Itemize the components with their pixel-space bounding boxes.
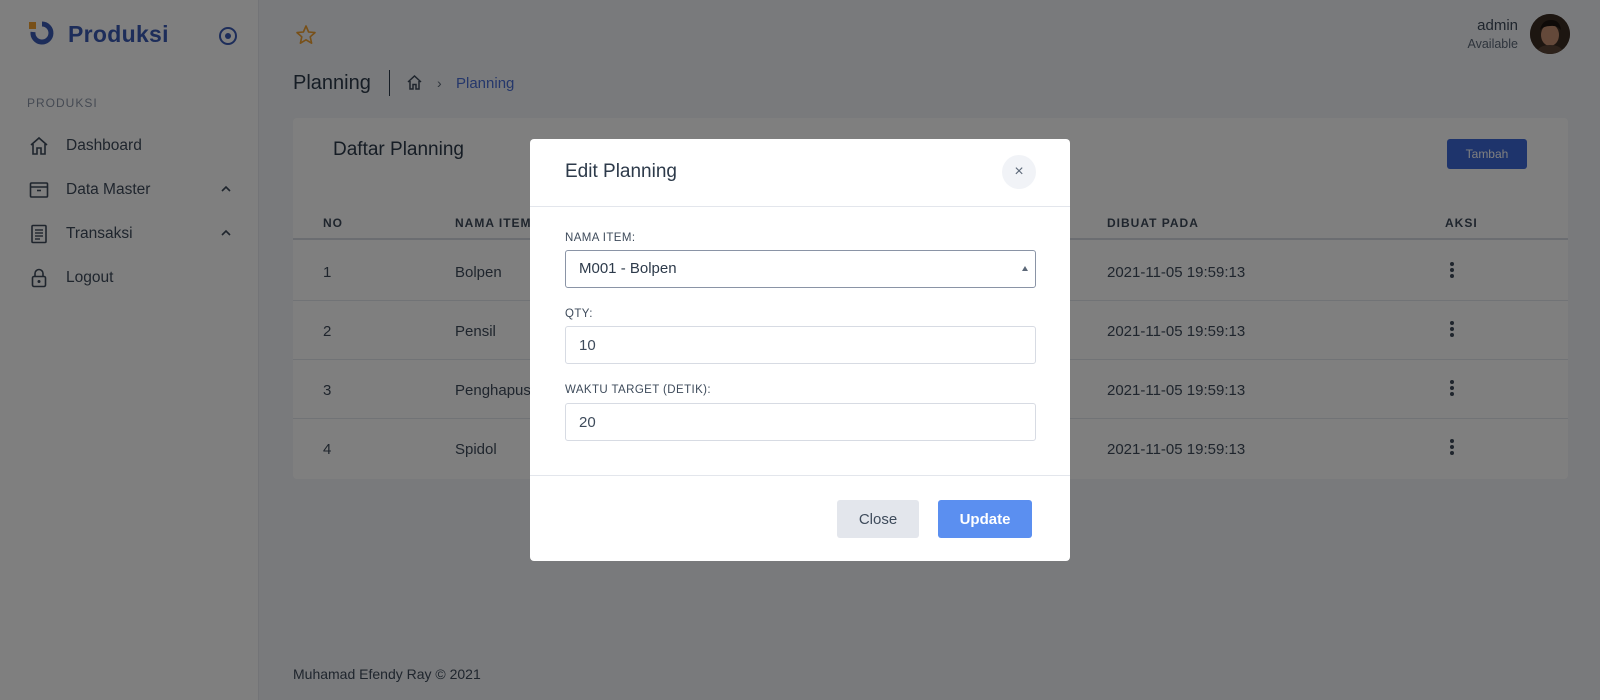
- update-button[interactable]: Update: [938, 500, 1032, 538]
- qty-input[interactable]: [565, 326, 1036, 364]
- close-button[interactable]: Close: [837, 500, 919, 538]
- nama-item-select[interactable]: M001 - Bolpen: [565, 250, 1036, 288]
- select-caret-icon: [1022, 266, 1028, 271]
- modal-close-icon[interactable]: ×: [1002, 155, 1036, 189]
- modal-header: Edit Planning ×: [530, 139, 1070, 207]
- edit-planning-modal: Edit Planning × NAMA ITEM: M001 - Bolpen…: [530, 139, 1070, 561]
- waktu-target-input[interactable]: [565, 403, 1036, 441]
- nama-item-label: NAMA ITEM:: [565, 232, 636, 244]
- modal-title: Edit Planning: [565, 161, 677, 182]
- modal-footer: Close Update: [530, 475, 1070, 561]
- waktu-target-label: WAKTU TARGET (DETIK):: [565, 384, 711, 396]
- qty-label: QTY:: [565, 308, 593, 320]
- nama-item-selected-value: M001 - Bolpen: [579, 260, 677, 277]
